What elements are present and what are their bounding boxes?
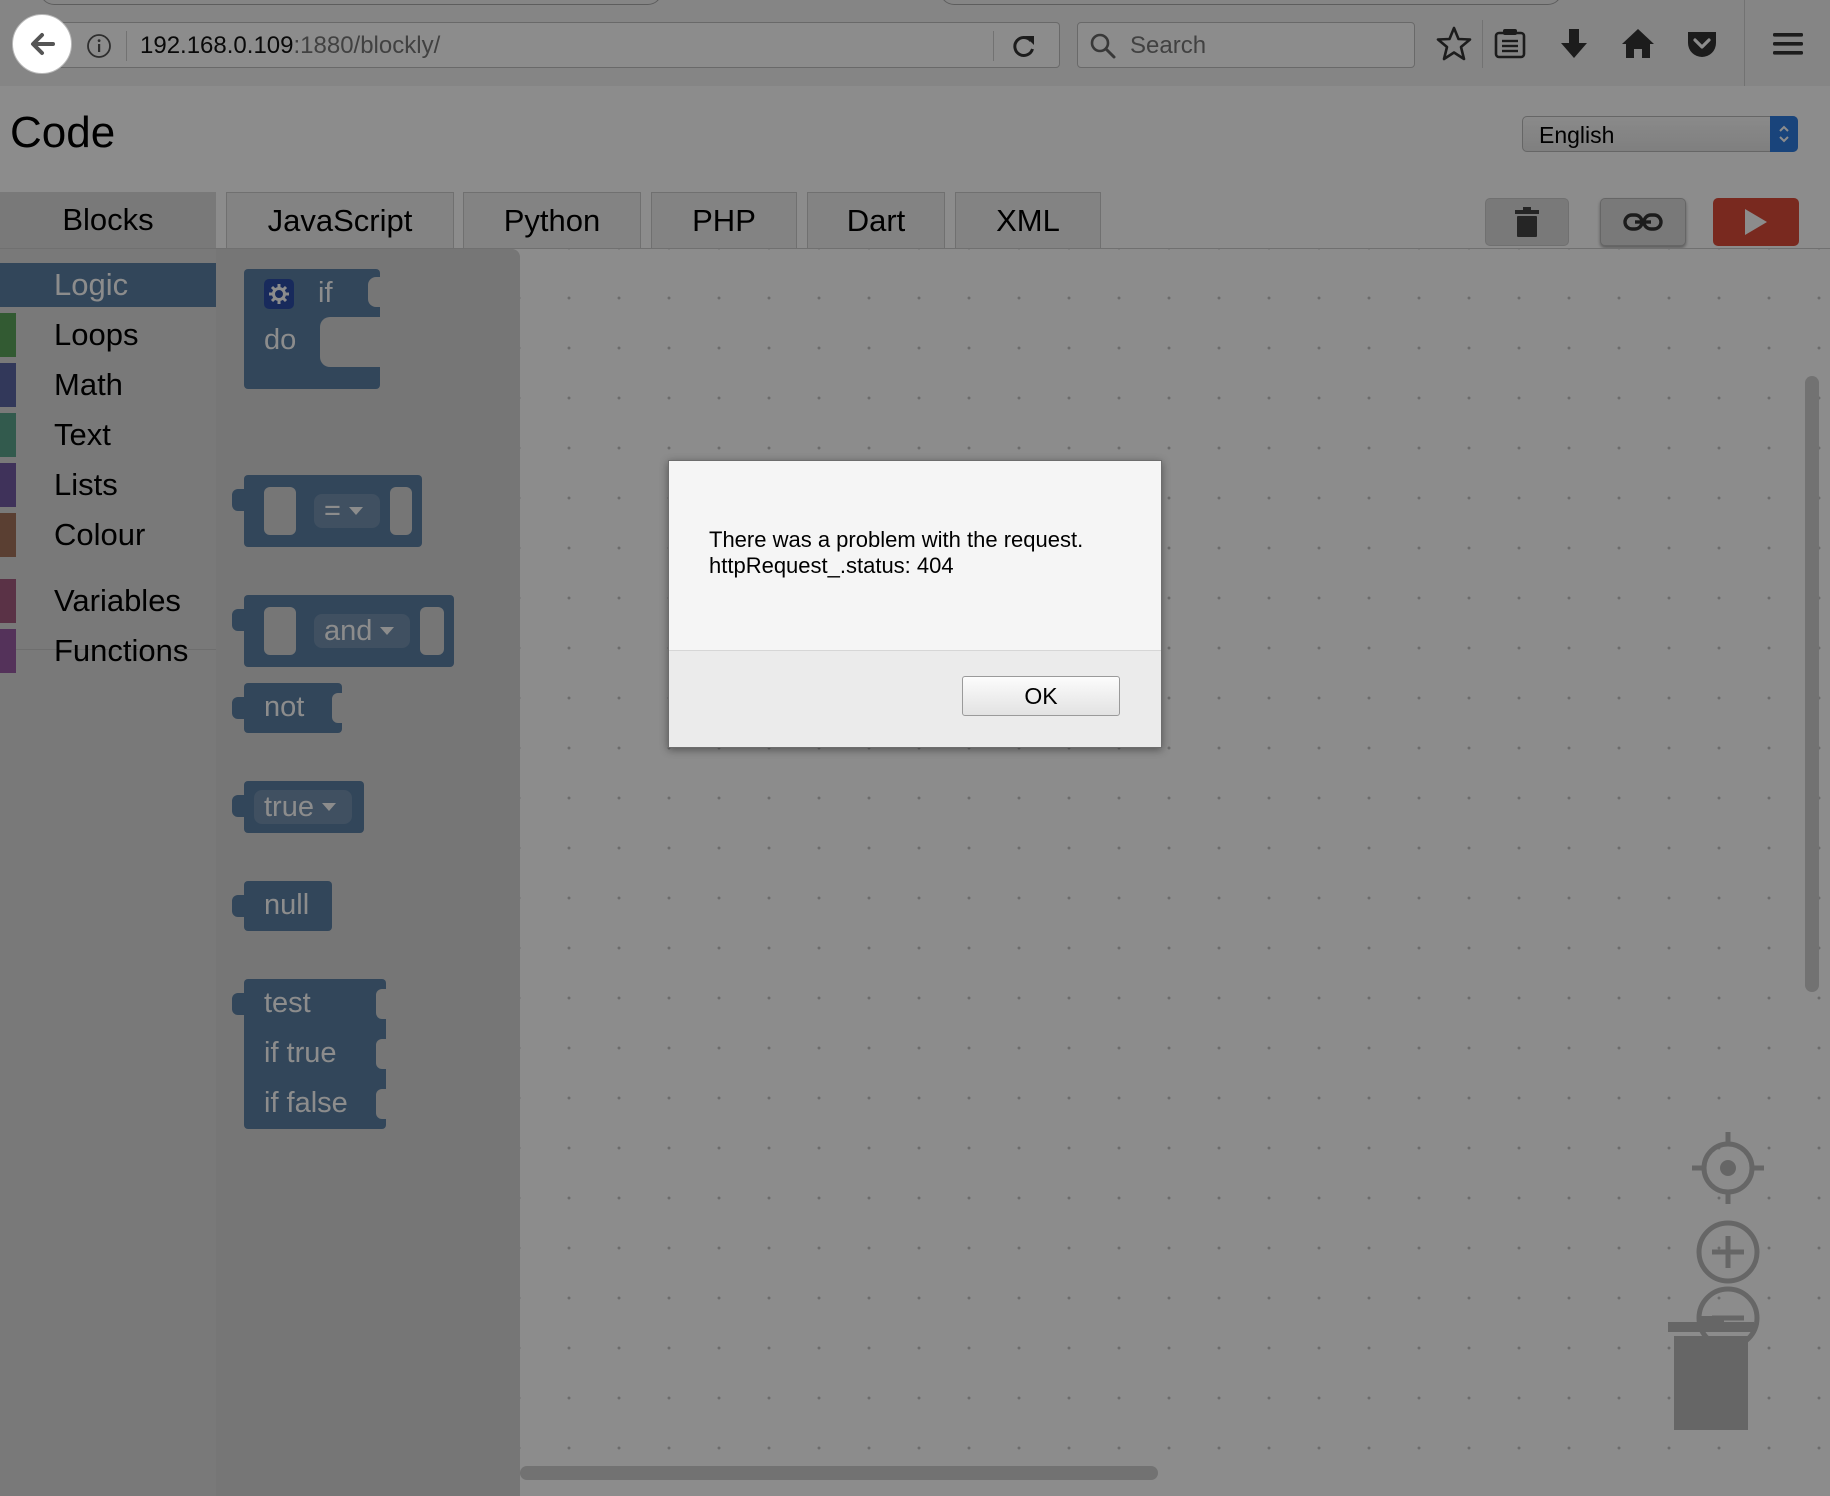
alert-message-line-2: httpRequest_.status: 404 (709, 553, 954, 578)
back-arrow-icon (31, 33, 55, 55)
modal-overlay (0, 0, 1830, 1496)
alert-dialog: There was a problem with the request. ht… (668, 460, 1162, 748)
alert-message-line-1: There was a problem with the request. (709, 527, 1084, 552)
back-button[interactable] (12, 14, 72, 74)
alert-message: There was a problem with the request. ht… (709, 527, 1139, 579)
alert-footer: OK (669, 650, 1161, 747)
ok-button[interactable]: OK (962, 676, 1120, 716)
